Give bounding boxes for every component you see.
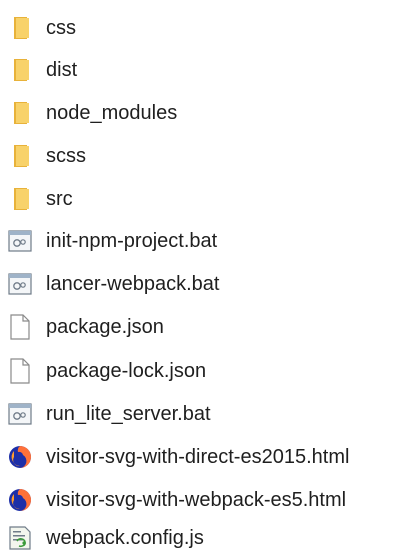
batch-file-icon [7,270,33,298]
file-name: package-lock.json [46,360,207,382]
batch-file-icon [7,400,33,428]
file-name: src [46,188,73,210]
blank-file-icon [7,313,33,341]
file-name: package.json [46,316,164,338]
list-item-package-json[interactable]: package.json [0,306,416,348]
list-item-node-modules[interactable]: node_modules [0,92,416,134]
file-name: dist [46,59,78,81]
file-name: css [46,17,76,39]
list-item-dist[interactable]: dist [0,49,416,91]
list-item-run-lite-server[interactable]: run_lite_server.bat [0,393,416,435]
list-item-src[interactable]: src [0,178,416,220]
list-item-visitor-svg-webpack-es5[interactable]: visitor-svg-with-webpack-es5.html [0,479,416,521]
script-file-icon [7,524,33,552]
blank-file-icon [7,357,33,385]
list-item-css[interactable]: css [0,7,416,49]
file-list: css dist node_modules scss src init-npm-… [0,0,416,559]
file-name: node_modules [46,102,178,124]
file-name: visitor-svg-with-direct-es2015.html [46,446,350,468]
folder-icon [7,14,33,42]
list-item-visitor-svg-direct-es2015[interactable]: visitor-svg-with-direct-es2015.html [0,436,416,478]
firefox-html-icon [7,486,33,514]
list-item-lancer-webpack[interactable]: lancer-webpack.bat [0,263,416,305]
firefox-html-icon [7,443,33,471]
folder-icon [7,56,33,84]
folder-icon [7,99,33,127]
list-item-package-lock-json[interactable]: package-lock.json [0,350,416,392]
batch-file-icon [7,227,33,255]
list-item-webpack-config[interactable]: webpack.config.js [0,517,416,559]
folder-icon [7,142,33,170]
file-name: visitor-svg-with-webpack-es5.html [46,489,347,511]
folder-icon [7,185,33,213]
file-name: webpack.config.js [46,527,204,549]
list-item-scss[interactable]: scss [0,135,416,177]
file-name: run_lite_server.bat [46,403,211,425]
file-name: init-npm-project.bat [46,230,218,252]
file-name: lancer-webpack.bat [46,273,220,295]
file-name: scss [46,145,86,167]
list-item-init-npm-project[interactable]: init-npm-project.bat [0,220,416,262]
